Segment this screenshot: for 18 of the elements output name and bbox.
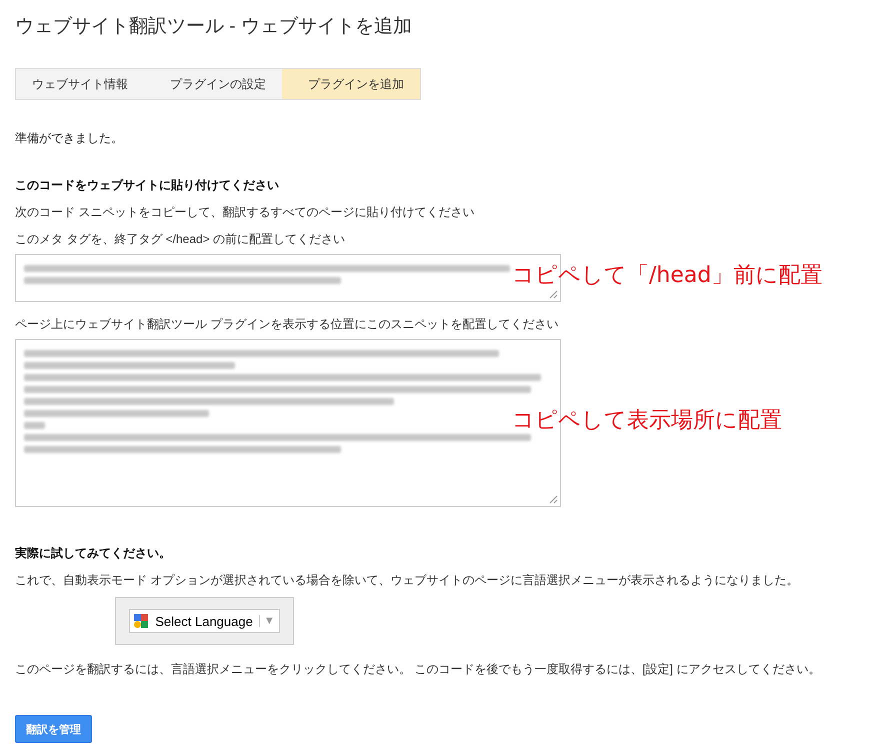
language-select[interactable]: Select Language ▼: [129, 609, 280, 633]
wizard-step[interactable]: ウェブサイト情報: [16, 69, 144, 99]
resize-grip-icon[interactable]: [549, 290, 558, 299]
annotation-text: コピペして「/head」前に配置: [512, 262, 822, 290]
instruction-text: ページ上にウェブサイト翻訳ツール プラグインを表示する位置にこのスニペットを配置してください: [15, 316, 560, 333]
section-heading: このコードをウェブサイトに貼り付けてください: [15, 177, 280, 194]
instruction-text: 次のコード スニペットをコピーして、翻訳するすべてのページに貼り付けてください: [15, 204, 476, 221]
instruction-text: このメタ タグを、終了タグ </head> の前に配置してください: [15, 231, 346, 248]
section-heading: 実際に試してみてください。: [15, 545, 172, 562]
instruction-text: このページを翻訳するには、言語選択メニューをクリックしてください。 このコードを後でもう一度取得するには、[設定] にアクセスしてください。: [15, 661, 822, 678]
page-title: ウェブサイト翻訳ツール - ウェブサイトを追加: [15, 15, 413, 39]
translate-logo-icon: [134, 614, 148, 628]
resize-grip-icon[interactable]: [549, 495, 558, 504]
status-text: 準備ができました。: [15, 130, 124, 147]
wizard-step[interactable]: プラグインの設定: [144, 69, 282, 99]
wizard-step[interactable]: プラグインを追加: [282, 69, 420, 99]
annotation-text: コピペして表示場所に配置: [512, 407, 782, 435]
instruction-text: これで、自動表示モード オプションが選択されている場合を除いて、ウェブサイトのページに言語選択メニューが表示されるようになりました。: [15, 572, 800, 589]
